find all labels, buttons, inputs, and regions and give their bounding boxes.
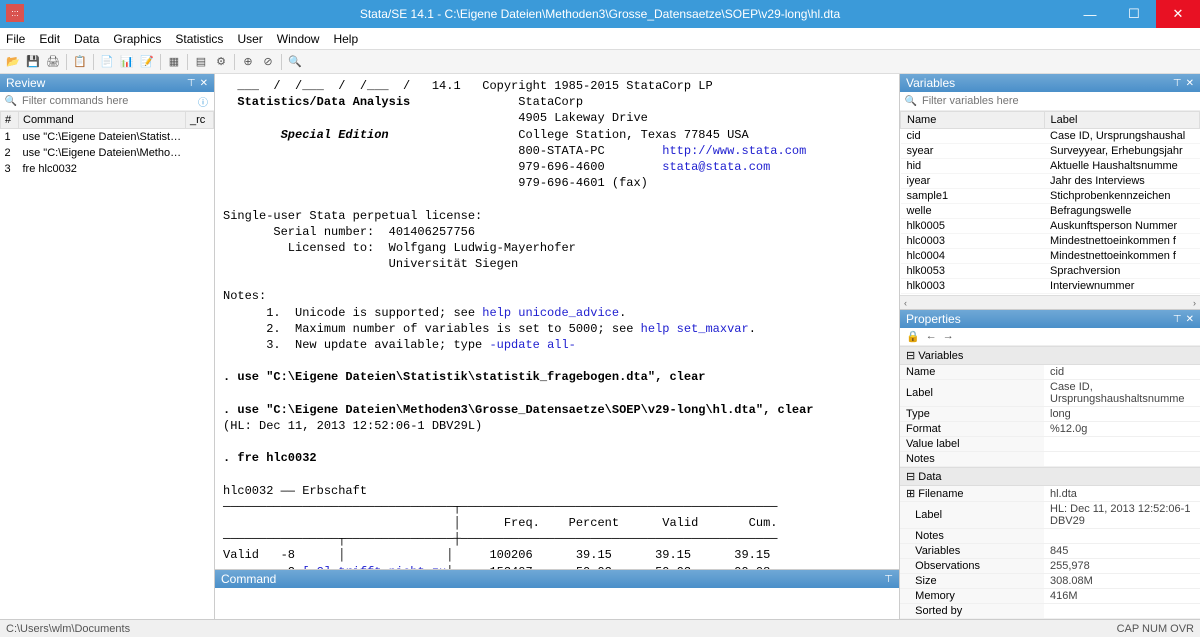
property-row[interactable]: Variables845 — [900, 544, 1200, 559]
link-stata-mail[interactable]: stata@stata.com — [662, 160, 770, 174]
property-row[interactable]: LabelCase ID, Ursprungshaushaltsnumme — [900, 380, 1200, 407]
property-row[interactable]: Sorted by — [900, 604, 1200, 619]
props-var-section: ⊟ Variables — [900, 346, 1200, 365]
titlebar: ::: Stata/SE 14.1 - C:\Eigene Dateien\Me… — [0, 0, 1200, 28]
properties-header: Properties ⊤✕ — [900, 310, 1200, 328]
statusbar: C:\Users\wlm\Documents CAP NUM OVR — [0, 619, 1200, 637]
minimize-button[interactable]: ― — [1068, 0, 1112, 28]
variable-row[interactable]: hlk0003Interviewnummer — [901, 279, 1200, 294]
vars-pin-icon[interactable]: ⊤ — [1173, 78, 1182, 89]
variable-row[interactable]: welleBefragungswelle — [901, 204, 1200, 219]
menu-edit[interactable]: Edit — [39, 32, 60, 46]
break-icon[interactable]: ⊘ — [259, 53, 277, 71]
review-filter-input[interactable] — [22, 95, 192, 107]
variable-row[interactable]: cidCase ID, Ursprungshaushal — [901, 129, 1200, 144]
variables-filter-input[interactable] — [922, 95, 1196, 107]
toolbar: 📂 💾 🖨 📋 📄 📊 📝 ▦ ▤ ⚙ ⊕ ⊘ 🔍 — [0, 50, 1200, 74]
variable-row[interactable]: hlk0005Auskunftsperson Nummer — [901, 219, 1200, 234]
variables-header: Variables ⊤✕ — [900, 74, 1200, 92]
prev-icon[interactable]: ← — [926, 330, 937, 343]
props-data-section: ⊟ Data — [900, 467, 1200, 486]
variable-row[interactable]: hlc0004Mindestnettoeinkommen f — [901, 249, 1200, 264]
menu-statistics[interactable]: Statistics — [175, 32, 223, 46]
lock-icon[interactable]: 🔒 — [906, 330, 920, 343]
properties-panel: Properties ⊤✕ 🔒 ← → ⊟ Variables NamecidL… — [900, 310, 1200, 619]
variable-row[interactable]: sample1Stichprobenkennzeichen — [901, 189, 1200, 204]
review-row[interactable]: 2use "C:\Eigene Dateien\Method... — [1, 145, 214, 161]
link-unicode-advice[interactable]: help unicode_advice — [482, 306, 619, 320]
property-row[interactable]: ⊞ Filenamehl.dta — [900, 486, 1200, 502]
review-row[interactable]: 1use "C:\Eigene Dateien\Statistik\... — [1, 129, 214, 146]
review-row[interactable]: 3fre hlc0032 — [1, 161, 214, 177]
vars-col-label[interactable]: Label — [1044, 112, 1199, 129]
menubar: File Edit Data Graphics Statistics User … — [0, 28, 1200, 50]
log-icon[interactable]: 📋 — [71, 53, 89, 71]
more-icon[interactable]: ⊕ — [239, 53, 257, 71]
status-indicators: CAP NUM OVR — [1117, 623, 1194, 635]
variable-row[interactable]: iyearJahr des Interviews — [901, 174, 1200, 189]
property-row[interactable]: Notes — [900, 452, 1200, 467]
vars-col-name[interactable]: Name — [901, 112, 1045, 129]
props-close-icon[interactable]: ✕ — [1186, 314, 1194, 325]
property-row[interactable]: LabelHL: Dec 11, 2013 12:52:06-1 DBV29 — [900, 502, 1200, 529]
command-panel: Command ⊤ — [215, 569, 899, 619]
review-panel: Review ⊤✕ 🔍 ⓘ # Command _rc 1use "C:\Eig… — [0, 74, 215, 619]
viewer-icon[interactable]: 📄 — [98, 53, 116, 71]
variable-row[interactable]: hlc0003Mindestnettoeinkommen f — [901, 234, 1200, 249]
link-set-maxvar[interactable]: help set_maxvar — [641, 322, 749, 336]
link-update-all[interactable]: -update all- — [489, 338, 575, 352]
save-icon[interactable]: 💾 — [24, 53, 42, 71]
menu-help[interactable]: Help — [333, 32, 358, 46]
property-row[interactable]: Typelong — [900, 407, 1200, 422]
review-header: Review ⊤✕ — [0, 74, 214, 92]
vars-close-icon[interactable]: ✕ — [1186, 78, 1194, 89]
dofile-icon[interactable]: 📝 — [138, 53, 156, 71]
col-num[interactable]: # — [1, 112, 19, 129]
data-browser-icon[interactable]: ▤ — [192, 53, 210, 71]
menu-window[interactable]: Window — [277, 32, 320, 46]
variable-row[interactable]: hlk0053Sprachversion — [901, 264, 1200, 279]
graph-icon[interactable]: 📊 — [118, 53, 136, 71]
variables-manager-icon[interactable]: ⚙ — [212, 53, 230, 71]
open-icon[interactable]: 📂 — [4, 53, 22, 71]
property-row[interactable]: Size308.08M — [900, 574, 1200, 589]
results-pane[interactable]: ___ / /___ / /___ / 14.1 Copyright 1985-… — [215, 74, 899, 569]
data-editor-icon[interactable]: ▦ — [165, 53, 183, 71]
command-input[interactable] — [215, 588, 899, 619]
property-row[interactable]: Notes — [900, 529, 1200, 544]
property-row[interactable]: Observations255,978 — [900, 559, 1200, 574]
command-pin-icon[interactable]: ⊤ — [884, 574, 893, 585]
menu-graphics[interactable]: Graphics — [113, 32, 161, 46]
maximize-button[interactable]: ☐ — [1112, 0, 1156, 28]
window-title: Stata/SE 14.1 - C:\Eigene Dateien\Method… — [360, 7, 840, 21]
col-rc[interactable]: _rc — [186, 112, 214, 129]
props-pin-icon[interactable]: ⊤ — [1173, 314, 1182, 325]
link-stata-url[interactable]: http://www.stata.com — [662, 144, 806, 158]
variables-panel: Variables ⊤✕ 🔍 Name Label cidCase ID, Ur… — [900, 74, 1200, 310]
command-header: Command ⊤ — [215, 570, 899, 588]
review-close-icon[interactable]: ✕ — [200, 78, 208, 89]
next-icon[interactable]: → — [943, 330, 954, 343]
filter-clear-icon[interactable]: ⓘ — [196, 94, 210, 108]
menu-data[interactable]: Data — [74, 32, 99, 46]
review-pin-icon[interactable]: ⊤ — [187, 78, 196, 89]
vars-hscrollbar[interactable]: ‹› — [900, 295, 1200, 309]
property-row[interactable]: Value label — [900, 437, 1200, 452]
vars-filter-icon: 🔍 — [904, 94, 918, 108]
property-row[interactable]: Namecid — [900, 365, 1200, 380]
variable-row[interactable]: hidAktuelle Haushaltsnumme — [901, 159, 1200, 174]
variable-row[interactable]: syearSurveyyear, Erhebungsjahr — [901, 144, 1200, 159]
property-row[interactable]: Format%12.0g — [900, 422, 1200, 437]
search-help-icon[interactable]: 🔍 — [286, 53, 304, 71]
menu-file[interactable]: File — [6, 32, 25, 46]
print-icon[interactable]: 🖨 — [44, 53, 62, 71]
close-button[interactable]: ✕ — [1156, 0, 1200, 28]
status-path: C:\Users\wlm\Documents — [6, 623, 130, 635]
property-row[interactable]: Memory416M — [900, 589, 1200, 604]
menu-user[interactable]: User — [237, 32, 262, 46]
filter-icon: 🔍 — [4, 94, 18, 108]
app-icon: ::: — [6, 4, 24, 22]
col-command[interactable]: Command — [19, 112, 186, 129]
